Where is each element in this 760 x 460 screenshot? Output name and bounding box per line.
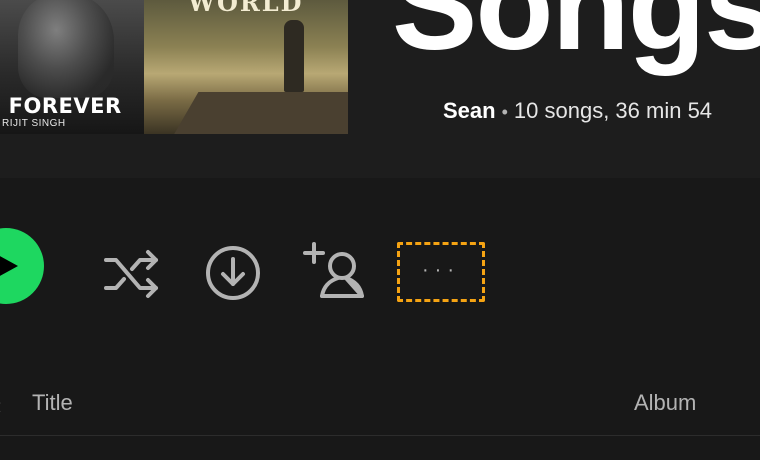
album-cover-1: E FOREVER RIJIT SINGH — [0, 0, 144, 134]
person-silhouette — [284, 20, 304, 92]
owner-link[interactable]: Sean — [443, 98, 496, 123]
shuffle-icon — [104, 250, 158, 298]
cover-title: E FOREVER — [0, 94, 122, 118]
download-button[interactable] — [204, 244, 262, 307]
column-header-title[interactable]: Title — [32, 390, 73, 416]
add-user-icon — [303, 242, 364, 298]
more-options-button[interactable]: ··· — [397, 242, 485, 302]
page-title: Songs — [392, 0, 760, 77]
action-bar — [0, 178, 760, 460]
cover-subtitle: RIJIT SINGH — [2, 118, 66, 129]
play-icon — [0, 256, 18, 276]
more-options-icon: ··· — [422, 259, 460, 281]
add-user-button[interactable] — [302, 240, 368, 309]
header-divider — [0, 435, 760, 436]
artist-photo — [18, 0, 114, 98]
shuffle-button[interactable] — [102, 246, 162, 307]
column-header-album[interactable]: Album — [634, 390, 696, 416]
download-icon — [206, 246, 260, 300]
chevron-left-icon: ‹ — [0, 393, 1, 419]
rooftop-graphic — [169, 92, 348, 134]
album-cover-2: WORLD — [144, 0, 348, 134]
playlist-summary: 10 songs, 36 min 54 — [513, 98, 713, 123]
cover-title: WORLD — [188, 0, 304, 17]
separator-dot: • — [501, 102, 508, 122]
playlist-meta: Sean • 10 songs, 36 min 54 — [443, 98, 712, 124]
